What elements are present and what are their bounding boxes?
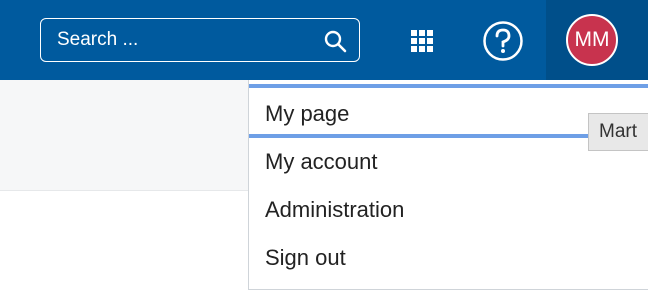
user-name-tooltip: Mart: [588, 113, 648, 151]
menu-item-sign-out[interactable]: Sign out: [249, 234, 648, 282]
avatar[interactable]: MM: [566, 14, 618, 66]
search-field[interactable]: [40, 18, 360, 62]
menu-top-border: [249, 84, 648, 88]
search-input[interactable]: [41, 19, 327, 61]
help-icon[interactable]: [482, 20, 524, 62]
menu-item-administration[interactable]: Administration: [249, 186, 648, 234]
top-header: MM: [0, 0, 648, 80]
app-page: MM My page My account Administration Sig…: [0, 0, 648, 292]
user-menu-trigger[interactable]: MM: [546, 0, 648, 80]
modules-grid-icon[interactable]: [410, 29, 434, 53]
search-icon[interactable]: [323, 29, 347, 53]
user-dropdown-menu: My page My account Administration Sign o…: [248, 80, 648, 290]
